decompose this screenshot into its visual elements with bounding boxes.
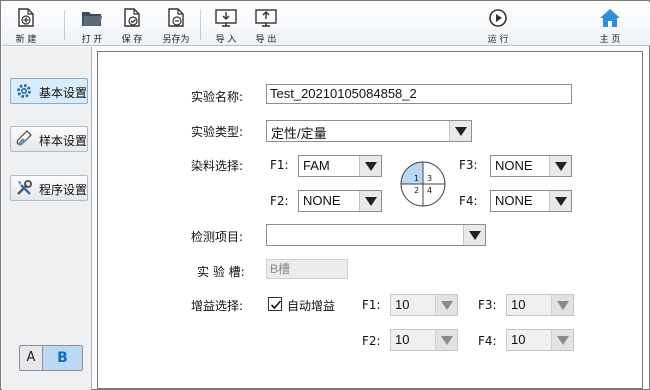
- slot-label: 实 验 槽:: [197, 265, 245, 279]
- gain-f2-select[interactable]: 10: [390, 329, 458, 351]
- export-monitor-icon: [255, 9, 277, 27]
- dropdown-arrow-icon[interactable]: [463, 225, 485, 245]
- folder-open-icon: [82, 12, 102, 26]
- play-icon: [489, 9, 507, 27]
- dye-f1-label: F1:: [270, 158, 289, 172]
- exp-type-select[interactable]: 定性/定量: [266, 120, 472, 142]
- new-label: 新 建: [15, 35, 37, 45]
- auto-gain-label: 自动增益: [287, 299, 336, 313]
- dye-f4-select[interactable]: NONE: [490, 190, 572, 212]
- well-plate-quadrant-diagram: 1 3 2 4: [400, 161, 446, 207]
- gain-f3-label: F3:: [478, 298, 497, 312]
- dye-f3-value: NONE: [495, 158, 533, 173]
- test-item-select[interactable]: [266, 224, 486, 246]
- new-button[interactable]: 新 建: [10, 4, 42, 45]
- toggle-option-a[interactable]: A: [20, 346, 42, 370]
- dye-f2-select[interactable]: NONE: [298, 190, 382, 212]
- new-file-icon: [18, 8, 34, 27]
- gain-f2-value: 10: [395, 332, 410, 347]
- dropdown-arrow-icon[interactable]: [435, 295, 457, 315]
- gain-label: 增益选择:: [191, 299, 244, 313]
- save-as-icon: [168, 8, 184, 27]
- tools-icon: [17, 180, 32, 195]
- quadrant-4-label: 4: [427, 186, 432, 195]
- dye-f1-select[interactable]: FAM: [298, 155, 382, 177]
- gain-f4-value: 10: [511, 332, 526, 347]
- sidebar: 基本设置 样本设置 程序设置 A B: [2, 47, 92, 390]
- dye-f3-label: F3:: [459, 158, 478, 172]
- gain-f3-select[interactable]: 10: [506, 294, 574, 316]
- toolbar-separator: [200, 10, 201, 40]
- toolbar-separator: [64, 10, 65, 40]
- gain-f4-select[interactable]: 10: [506, 329, 574, 351]
- dropdown-arrow-icon[interactable]: [359, 191, 381, 211]
- import-label: 导 入: [215, 35, 237, 45]
- exp-name-input[interactable]: Test_20210105084858_2: [266, 84, 572, 104]
- dropdown-arrow-icon[interactable]: [551, 330, 573, 350]
- quadrant-2-label: 2: [414, 186, 419, 195]
- app-window: 新 建 打 开 保 存 另存为 导 入 导 出 运 行 主 页 基本设置 样本设…: [0, 0, 650, 390]
- home-icon: [600, 9, 620, 27]
- gear-icon: [17, 84, 31, 98]
- import-monitor-icon: [215, 9, 237, 27]
- basic-settings-panel: 实验名称: Test_20210105084858_2 实验类型: 定性/定量 …: [97, 51, 643, 389]
- save-as-label: 另存为: [162, 35, 190, 45]
- dropdown-arrow-icon[interactable]: [435, 330, 457, 350]
- open-button[interactable]: 打 开: [76, 4, 108, 45]
- save-label: 保 存: [121, 35, 143, 45]
- checkmark-icon: [270, 300, 282, 310]
- sidebar-item-sample-settings[interactable]: 样本设置: [10, 126, 88, 152]
- exp-name-label: 实验名称:: [191, 90, 244, 104]
- run-label: 运 行: [487, 35, 509, 45]
- home-button[interactable]: 主 页: [594, 4, 626, 45]
- quadrant-3-label: 3: [427, 174, 432, 183]
- dropdown-arrow-icon[interactable]: [449, 121, 471, 141]
- dye-label: 染料选择:: [191, 159, 244, 173]
- slot-ab-toggle[interactable]: A B: [19, 345, 83, 371]
- quadrant-1-label: 1: [414, 174, 419, 183]
- sidebar-item-basic-settings[interactable]: 基本设置: [10, 78, 88, 104]
- sidebar-item-program-settings[interactable]: 程序设置: [10, 175, 88, 201]
- gain-f1-label: F1:: [362, 298, 381, 312]
- gain-f1-select[interactable]: 10: [390, 294, 458, 316]
- dropdown-arrow-icon[interactable]: [359, 156, 381, 176]
- dye-f2-value: NONE: [303, 193, 341, 208]
- dye-f3-select[interactable]: NONE: [490, 155, 572, 177]
- dropdown-arrow-icon[interactable]: [549, 156, 571, 176]
- sidebar-item-label: 样本设置: [39, 134, 88, 148]
- gain-f1-value: 10: [395, 297, 410, 312]
- dye-f4-label: F4:: [459, 194, 478, 208]
- open-label: 打 开: [81, 35, 103, 45]
- gain-f3-value: 10: [511, 297, 526, 312]
- auto-gain-checkbox[interactable]: [268, 297, 282, 311]
- dye-f1-value: FAM: [303, 158, 330, 173]
- save-file-icon: [124, 8, 140, 27]
- sidebar-item-label: 基本设置: [39, 86, 88, 100]
- toggle-option-b[interactable]: B: [42, 346, 82, 370]
- exp-type-value: 定性/定量: [271, 126, 327, 141]
- dropdown-arrow-icon[interactable]: [551, 295, 573, 315]
- slot-input: B槽: [266, 259, 348, 279]
- run-button[interactable]: 运 行: [482, 4, 514, 45]
- save-button[interactable]: 保 存: [116, 4, 148, 45]
- test-item-label: 检测项目:: [191, 230, 244, 244]
- home-label: 主 页: [599, 35, 621, 45]
- sidebar-item-label: 程序设置: [39, 183, 88, 197]
- dye-f2-label: F2:: [270, 194, 289, 208]
- test-tube-icon: [16, 130, 32, 146]
- dye-f4-value: NONE: [495, 193, 533, 208]
- dropdown-arrow-icon[interactable]: [549, 191, 571, 211]
- gain-f4-label: F4:: [478, 334, 497, 348]
- toolbar: 新 建 打 开 保 存 另存为 导 入 导 出 运 行 主 页: [2, 2, 650, 46]
- exp-type-label: 实验类型:: [191, 125, 244, 139]
- import-button[interactable]: 导 入: [210, 4, 242, 45]
- gain-f2-label: F2:: [362, 334, 381, 348]
- export-button[interactable]: 导 出: [250, 4, 282, 45]
- export-label: 导 出: [255, 35, 277, 45]
- save-as-button[interactable]: 另存为: [158, 4, 194, 45]
